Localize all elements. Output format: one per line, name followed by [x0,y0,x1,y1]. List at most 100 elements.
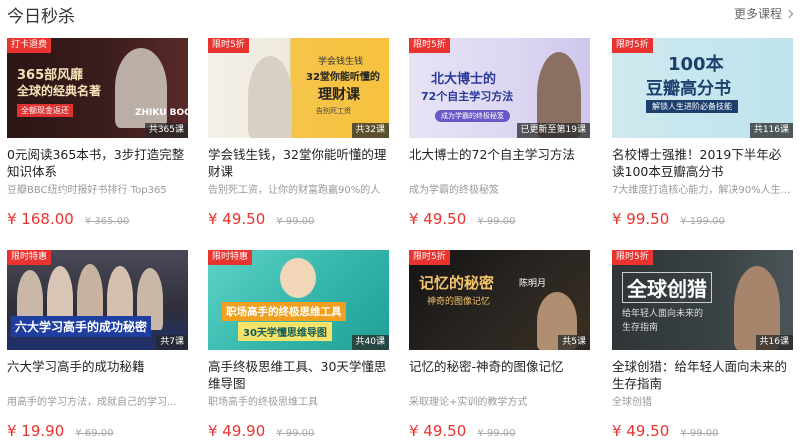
art-text: 北大博士的 [431,72,497,87]
course-thumbnail[interactable]: 365部风靡 全球的经典名著 全额现金返还 ZHIKU BOOK 打卡退费 共3… [7,38,188,138]
original-price: ¥ 365.00 [84,216,130,227]
lesson-count: 共32课 [351,123,389,138]
original-price: ¥ 99.00 [276,216,315,227]
course-thumbnail[interactable]: 六大学习高手的成功秘密 限时特惠 共7课 [7,250,188,350]
art-brand: ZHIKU BOOK [135,108,188,118]
promo-badge: 限时5折 [612,250,653,265]
original-price: ¥ 99.00 [477,428,516,439]
original-price: ¥ 99.00 [276,428,315,439]
course-subtitle: 告别死工资，让你的财富跑赢90%的人 [208,185,381,196]
sale-price: ¥ 49.50 [409,422,467,440]
lesson-count: 已更新至第19课 [516,123,590,138]
art-tag: 陈明月 [519,279,547,289]
art-text: 生存指南 [622,323,659,333]
more-courses-link[interactable]: 更多课程 [733,5,794,22]
sale-price: ¥ 99.50 [612,210,670,228]
promo-badge: 限时5折 [208,38,249,53]
more-courses-label: 更多课程 [733,7,782,21]
course-thumbnail[interactable]: 职场高手的终极思维工具 30天学懂思维导图 限时特惠 共40课 [208,250,389,350]
course-title[interactable]: 0元阅读365本书，3步打造完整知识体系 [7,146,188,180]
promo-badge: 限时5折 [409,250,450,265]
price-row: ¥ 49.50 ¥ 99.00 [409,421,590,440]
course-thumbnail[interactable]: 北大博士的 72个自主学习方法 成为学霸的终极秘笈 限时5折 已更新至第19课 [409,38,590,138]
lesson-count: 共5课 [558,335,590,350]
course-card[interactable]: 100本 豆瓣高分书 解锁人生进阶必备技能 限时5折 共116课 名校博士强推！… [612,38,793,228]
promo-badge: 限时特惠 [7,250,52,265]
course-thumbnail[interactable]: 100本 豆瓣高分书 解锁人生进阶必备技能 限时5折 共116课 [612,38,793,138]
price-row: ¥ 49.50 ¥ 99.00 [208,209,389,228]
course-subtitle: 采取理论+实训的教学方式 [409,397,528,408]
course-subtitle: 豆瓣BBC纽约时报好书排行 Top365 [7,185,167,196]
course-card[interactable]: 职场高手的终极思维工具 30天学懂思维导图 限时特惠 共40课 高手终极思维工具… [208,250,389,440]
art-text: 100本 [668,54,724,75]
lesson-count: 共16课 [755,335,793,350]
promo-badge: 限时5折 [612,38,653,53]
price-row: ¥ 49.90 ¥ 99.00 [208,421,389,440]
sale-price: ¥ 168.00 [7,210,74,228]
course-thumbnail[interactable]: 学会钱生钱 32堂你能听懂的 理财课 告别死工资 限时5折 共32课 [208,38,389,138]
sale-price: ¥ 49.50 [612,422,670,440]
sale-price: ¥ 49.50 [409,210,467,228]
lesson-count: 共40课 [351,335,389,350]
art-text: 职场高手的终极思维工具 [222,302,346,321]
course-card[interactable]: 全球创猎 给年轻人面向未来的 生存指南 限时5折 共16课 全球创猎：给年轻人面… [612,250,793,440]
promo-badge: 限时5折 [409,38,450,53]
price-row: ¥ 19.90 ¥ 69.00 [7,421,188,440]
course-title[interactable]: 北大博士的72个自主学习方法 [409,146,590,180]
course-card[interactable]: 365部风靡 全球的经典名著 全额现金返还 ZHIKU BOOK 打卡退费 共3… [7,38,188,228]
course-card[interactable]: 学会钱生钱 32堂你能听懂的 理财课 告别死工资 限时5折 共32课 学会钱生钱… [208,38,389,228]
promo-badge: 限时特惠 [208,250,253,265]
art-text: 30天学懂思维导图 [238,322,332,341]
art-text: 72个自主学习方法 [421,90,514,103]
course-card[interactable]: 北大博士的 72个自主学习方法 成为学霸的终极秘笈 限时5折 已更新至第19课 … [409,38,590,228]
art-text: 32堂你能听懂的 [306,72,380,83]
course-title[interactable]: 名校博士强推！2019下半年必读100本豆瓣高分书 [612,146,793,180]
course-subtitle: 7大维度打造核心能力，解决90%人生... [612,185,791,196]
course-title[interactable]: 全球创猎：给年轻人面向未来的生存指南 [612,358,793,392]
art-tag: 成为学霸的终极秘笈 [435,110,510,122]
chevron-right-icon [784,9,794,18]
art-text: 神奇的图像记忆 [427,297,491,307]
price-row: ¥ 99.50 ¥ 199.00 [612,209,793,228]
course-card[interactable]: 六大学习高手的成功秘密 限时特惠 共7课 六大学习高手的成功秘籍 用高手的学习方… [7,250,188,440]
page-title: 今日秒杀 [7,7,75,27]
sale-price: ¥ 19.90 [7,422,65,440]
price-row: ¥ 49.50 ¥ 99.00 [409,209,590,228]
price-row: ¥ 49.50 ¥ 99.00 [612,421,793,440]
art-tag: 告别死工资 [316,107,351,115]
course-title[interactable]: 学会钱生钱，32堂你能听懂的理财课 [208,146,389,180]
art-text: 理财课 [318,87,360,103]
original-price: ¥ 199.00 [680,216,725,227]
original-price: ¥ 99.00 [477,216,516,227]
portrait-image [248,56,292,138]
art-text: 学会钱生钱 [318,57,364,67]
art-tag: 全额现金返还 [17,104,73,117]
art-text: 给年轻人面向未来的 [622,309,704,319]
course-card[interactable]: 记忆的秘密 神奇的图像记忆 陈明月 限时5折 共5课 记忆的秘密-神奇的图像记忆… [409,250,590,440]
art-text: 豆瓣高分书 [646,79,731,99]
promo-badge: 打卡退费 [7,38,52,53]
original-price: ¥ 69.00 [75,428,114,439]
lesson-count: 共365课 [144,123,188,138]
art-text: 全球创猎 [622,272,712,303]
art-tag: 解锁人生进阶必备技能 [646,100,738,113]
cartoon-avatar [280,258,316,298]
original-price: ¥ 99.00 [680,428,719,439]
art-text: 全球的经典名著 [17,84,102,98]
course-title[interactable]: 记忆的秘密-神奇的图像记忆 [409,358,590,392]
art-text: 六大学习高手的成功秘密 [11,316,152,337]
art-text: 记忆的秘密 [419,274,495,292]
course-title[interactable]: 高手终极思维工具、30天学懂思维导图 [208,358,389,392]
art-text: 365部风靡 [17,68,84,83]
sale-price: ¥ 49.50 [208,210,266,228]
course-thumbnail[interactable]: 记忆的秘密 神奇的图像记忆 陈明月 限时5折 共5课 [409,250,590,350]
lesson-count: 共7课 [156,335,188,350]
sale-price: ¥ 49.90 [208,422,266,440]
lesson-count: 共116课 [749,123,793,138]
course-subtitle: 职场高手的终极思维工具 [208,397,318,408]
course-subtitle: 全球创猎 [612,397,652,408]
price-row: ¥ 168.00 ¥ 365.00 [7,209,188,228]
section-header: 今日秒杀 更多课程 [0,0,800,30]
course-title[interactable]: 六大学习高手的成功秘籍 [7,358,188,392]
course-thumbnail[interactable]: 全球创猎 给年轻人面向未来的 生存指南 限时5折 共16课 [612,250,793,350]
